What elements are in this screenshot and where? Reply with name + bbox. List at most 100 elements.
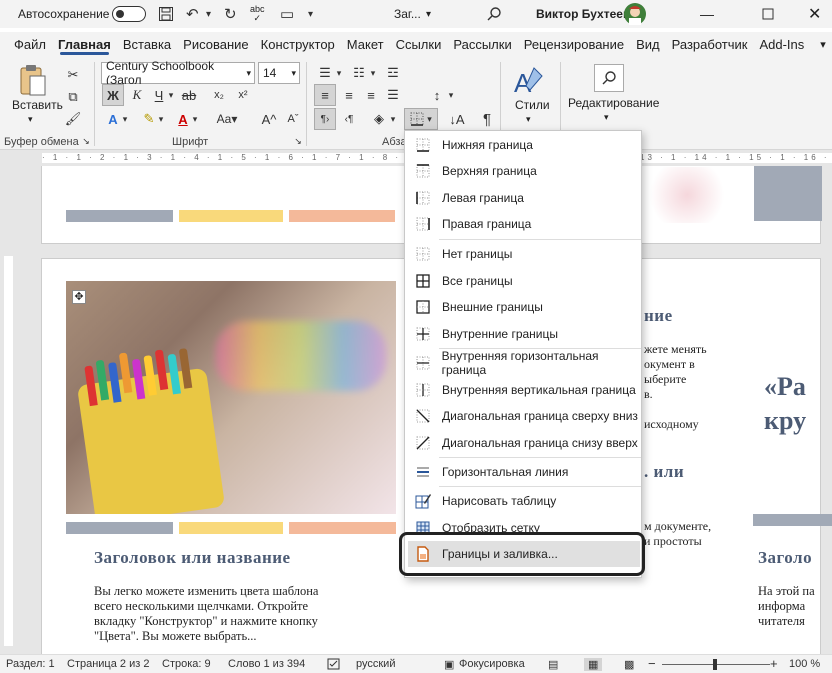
title-dropdown-icon[interactable]: ▾: [426, 0, 431, 28]
menu-item-border-right[interactable]: Правая граница: [405, 211, 641, 237]
tab-review[interactable]: Рецензирование: [518, 32, 630, 56]
styles-icon[interactable]: A: [512, 64, 546, 101]
align-right-icon[interactable]: ≡: [360, 84, 382, 106]
tab-design[interactable]: Конструктор: [255, 32, 341, 56]
status-section[interactable]: Раздел: 1: [6, 658, 55, 670]
doc-heading[interactable]: Заголовок или название: [94, 548, 291, 568]
crayons-image[interactable]: [66, 281, 396, 514]
editing-button[interactable]: Редактирование: [568, 96, 659, 110]
redo-icon[interactable]: ↻: [224, 0, 237, 28]
text-effects-dropdown-icon[interactable]: ▾: [120, 108, 130, 130]
justify-icon[interactable]: ☰: [382, 84, 404, 106]
vertical-ruler[interactable]: [0, 166, 16, 654]
highlight-dropdown-icon[interactable]: ▾: [156, 108, 166, 130]
clipboard-launcher-icon[interactable]: ↘: [80, 134, 92, 148]
subscript-icon[interactable]: x₂: [208, 84, 230, 106]
zoom-out-icon[interactable]: −: [648, 656, 656, 671]
tab-insert[interactable]: Вставка: [117, 32, 177, 56]
editing-icon[interactable]: [594, 64, 624, 92]
menu-item-border-outside[interactable]: Внешние границы: [405, 294, 641, 320]
bullets-dropdown-icon[interactable]: ▾: [334, 62, 344, 84]
minimize-icon[interactable]: —: [700, 0, 714, 28]
undo-dropdown-icon[interactable]: ▾: [206, 0, 211, 28]
zoom-in-icon[interactable]: +: [770, 656, 778, 671]
font-size-field[interactable]: 14 ▾: [258, 62, 300, 84]
tab-draw[interactable]: Рисование: [177, 32, 254, 56]
doc-body[interactable]: Вы легко можете изменить цвета шаблона в…: [94, 584, 384, 644]
menu-item-border-diagonal-down[interactable]: Диагональная граница сверху вниз: [405, 403, 641, 429]
rtl-icon[interactable]: ‹¶: [338, 108, 360, 130]
styles-button[interactable]: Стили: [515, 98, 550, 112]
menu-item-border-diagonal-up[interactable]: Диагональная граница снизу вверх: [405, 430, 641, 456]
right-body[interactable]: На этой па информа читателя: [758, 584, 832, 629]
menu-item-border-inside-horizontal[interactable]: Внутренняя горизонтальная граница: [405, 349, 641, 377]
autosave-toggle[interactable]: [112, 0, 146, 28]
numbering-icon[interactable]: ☷: [348, 62, 370, 84]
focus-icon[interactable]: ▣: [444, 658, 454, 671]
tab-file[interactable]: Файл: [8, 32, 52, 56]
status-language[interactable]: русский: [356, 658, 395, 670]
spelling-icon[interactable]: abc ✓: [250, 0, 265, 28]
close-icon[interactable]: ✕: [808, 0, 821, 28]
tab-mailings[interactable]: Рассылки: [447, 32, 517, 56]
change-case-icon[interactable]: Aa▾: [212, 108, 242, 130]
grow-font-icon[interactable]: A^: [258, 108, 280, 130]
menu-item-border-inside-vertical[interactable]: Внутренняя вертикальная граница: [405, 377, 641, 403]
paste-dropdown-icon[interactable]: ▾: [28, 114, 33, 125]
paste-icon[interactable]: [18, 64, 48, 101]
format-painter-icon[interactable]: 🖌: [62, 108, 84, 130]
styles-dropdown-icon[interactable]: ▾: [526, 114, 531, 125]
tab-layout[interactable]: Макет: [341, 32, 390, 56]
right-heading[interactable]: Заголо: [758, 548, 812, 568]
ltr-icon[interactable]: ¶›: [314, 108, 336, 130]
font-size-dropdown-icon[interactable]: ▾: [291, 68, 299, 79]
borders-dropdown-icon[interactable]: ▾: [427, 114, 432, 125]
tab-addins[interactable]: Add-Ins: [753, 32, 810, 56]
print-layout-icon[interactable]: ▦: [584, 658, 603, 671]
font-name-field[interactable]: Century Schoolbook (Загол ▾: [101, 59, 255, 87]
paste-button[interactable]: Вставить: [12, 98, 63, 112]
shrink-font-icon[interactable]: Aˇ: [282, 108, 304, 130]
undo-icon[interactable]: ↶: [186, 0, 199, 28]
menu-item-draw-table[interactable]: Нарисовать таблицу: [405, 488, 641, 514]
tab-home[interactable]: Главная: [52, 32, 117, 56]
table-move-handle-icon[interactable]: ✥: [72, 290, 86, 304]
pull-quote[interactable]: «Ра кру: [764, 370, 806, 438]
maximize-icon[interactable]: [762, 0, 774, 28]
line-spacing-dropdown-icon[interactable]: ▾: [446, 84, 456, 106]
font-color-dropdown-icon[interactable]: ▾: [190, 108, 200, 130]
mid-heading-1[interactable]: ние: [644, 306, 673, 326]
user-name[interactable]: Виктор Бухтеев: [536, 0, 630, 28]
customize-toolbar-icon[interactable]: ▾: [308, 0, 313, 28]
bold-button[interactable]: Ж: [102, 84, 124, 106]
menu-item-border-all[interactable]: Все границы: [405, 268, 641, 294]
zoom-slider-thumb[interactable]: [713, 659, 717, 670]
mid-body-2[interactable]: м документе, и простоты: [644, 519, 734, 549]
editing-dropdown-icon[interactable]: ▾: [604, 112, 609, 123]
borders-button[interactable]: ▾: [404, 108, 438, 130]
align-left-icon[interactable]: ≡: [314, 84, 336, 106]
menu-item-horizontal-line[interactable]: Горизонтальная линия: [405, 459, 641, 485]
font-launcher-icon[interactable]: ↘: [292, 134, 304, 148]
proofing-icon[interactable]: [327, 658, 341, 673]
screen-icon[interactable]: ▭: [280, 0, 294, 28]
zoom-level[interactable]: 100 %: [789, 658, 820, 670]
italic-button[interactable]: К: [126, 84, 148, 106]
underline-dropdown-icon[interactable]: ▾: [166, 84, 176, 106]
copy-icon[interactable]: ⧉: [62, 86, 84, 108]
superscript-icon[interactable]: x²: [232, 84, 254, 106]
web-layout-icon[interactable]: ▩: [624, 658, 634, 671]
tab-references[interactable]: Ссылки: [390, 32, 448, 56]
mid-heading-2[interactable]: . или: [644, 462, 684, 482]
menu-item-border-none[interactable]: Нет границы: [405, 241, 641, 267]
shading-dropdown-icon[interactable]: ▾: [388, 108, 398, 130]
avatar[interactable]: [624, 0, 646, 28]
status-line[interactable]: Строка: 9: [162, 658, 211, 670]
ribbon-collapse-icon[interactable]: ▾: [814, 32, 832, 56]
multilevel-list-icon[interactable]: ☲: [382, 62, 404, 84]
status-words[interactable]: Слово 1 из 394: [228, 658, 305, 670]
status-page[interactable]: Страница 2 из 2: [67, 658, 149, 670]
sort-icon[interactable]: ↓A: [446, 108, 468, 130]
align-center-icon[interactable]: ≡: [338, 84, 360, 106]
bullets-icon[interactable]: ☰: [314, 62, 336, 84]
